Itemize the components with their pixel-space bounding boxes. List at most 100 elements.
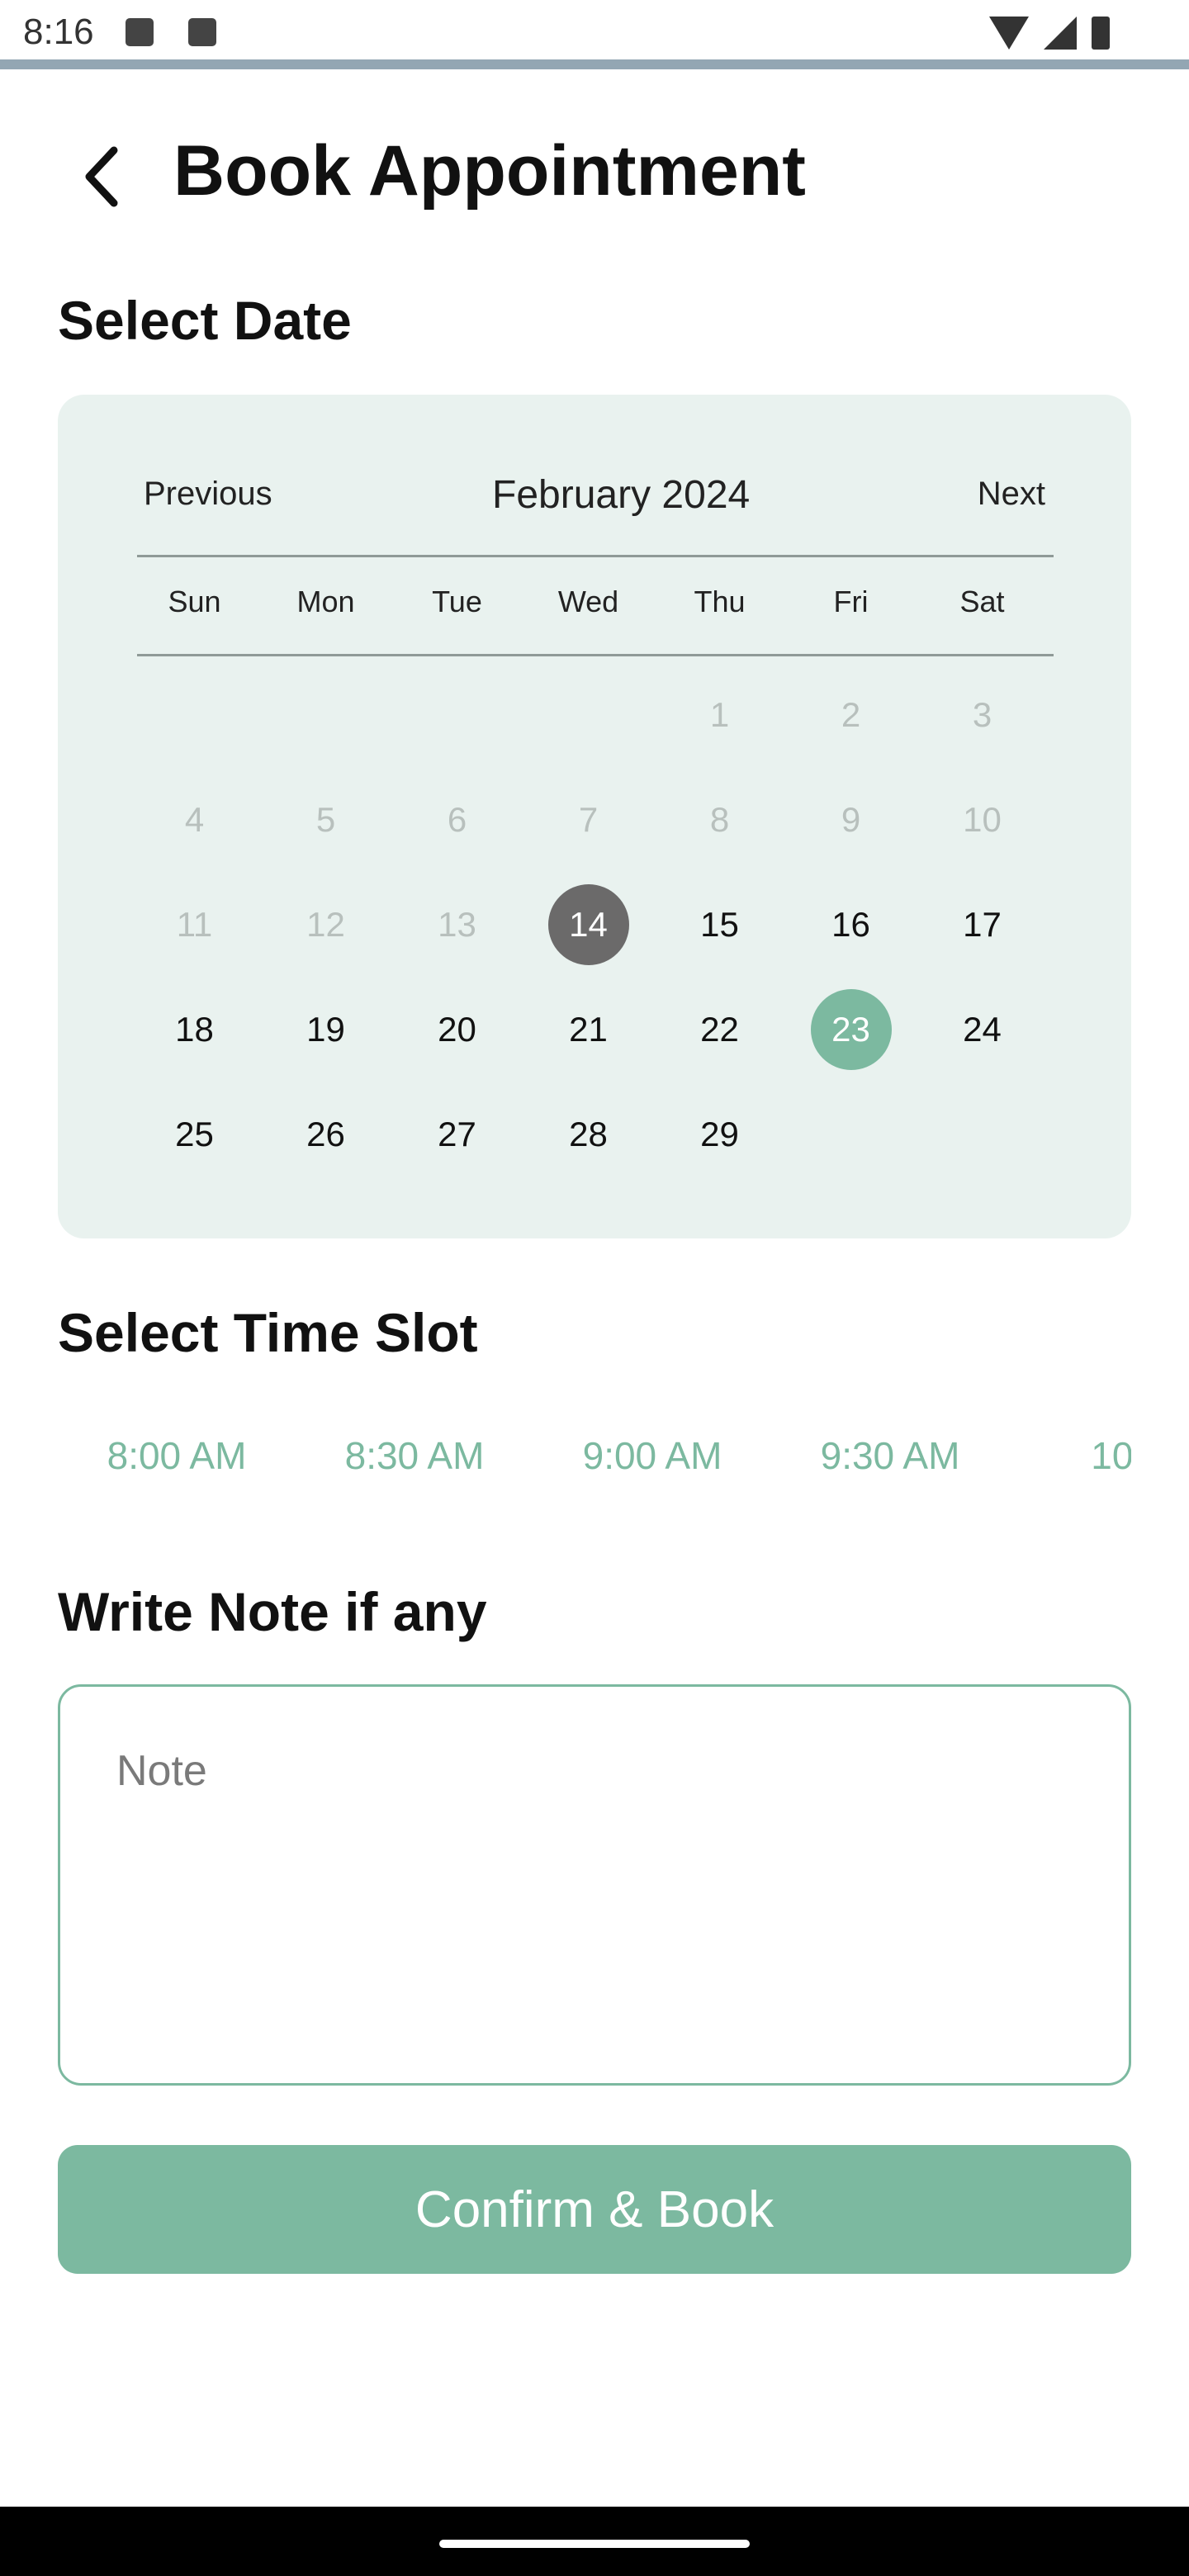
calendar-divider (137, 654, 1054, 656)
chevron-left-icon (85, 146, 118, 207)
weekday-row: Sun Mon Tue Wed Thu Fri Sat (129, 585, 1050, 619)
calendar-day: 3 (917, 662, 1048, 767)
calendar-day[interactable]: 19 (260, 977, 391, 1082)
calendar-day[interactable]: 18 (129, 977, 260, 1082)
weekday-label: Tue (432, 585, 482, 618)
calendar-day-number: 18 (175, 1009, 214, 1049)
calendar-day[interactable]: 29 (654, 1082, 785, 1186)
time-slot[interactable]: 9:00 AM (533, 1433, 771, 1478)
calendar-day[interactable]: 14 (523, 872, 654, 977)
weekday-label: Thu (694, 585, 746, 618)
next-month-button[interactable]: Next (978, 476, 1045, 513)
back-button[interactable] (69, 137, 135, 216)
calendar-month-year: February 2024 (492, 472, 750, 518)
calendar-day-number: 19 (306, 1009, 345, 1049)
calendar-day: 4 (129, 767, 260, 872)
calendar-days-grid: 1 2 3 4 5 6 7 8 9 10 11 12 13 14 15 16 17 18 19 20 21 22 23 24 2… (129, 662, 1050, 1186)
calendar-day: 6 (391, 767, 523, 872)
calendar-day-number: 24 (963, 1009, 1002, 1049)
calendar-day-number: 3 (972, 694, 992, 734)
calendar-day[interactable]: 20 (391, 977, 523, 1082)
calendar-day[interactable]: 27 (391, 1082, 523, 1186)
previous-month-button[interactable]: Previous (144, 476, 272, 513)
note-heading: Write Note if any (58, 1581, 487, 1642)
status-bar: 8:16 (0, 0, 1189, 63)
calendar-empty-cell (917, 1082, 1048, 1186)
calendar-day-number: 10 (963, 799, 1002, 839)
signal-icon (1044, 17, 1077, 50)
calendar-empty-cell (129, 662, 260, 767)
calendar-day[interactable]: 23 (785, 977, 917, 1082)
calendar-day: 8 (654, 767, 785, 872)
calendar-day[interactable]: 16 (785, 872, 917, 977)
calendar-day-number: 23 (810, 988, 892, 1070)
calendar-day-number: 9 (841, 799, 861, 839)
calendar-day-number: 17 (963, 904, 1002, 944)
calendar-day-number: 26 (306, 1114, 345, 1153)
calendar-day: 7 (523, 767, 654, 872)
calendar-day-number: 4 (184, 799, 205, 839)
calendar-empty-cell (391, 662, 523, 767)
page-title: Book Appointment (173, 131, 806, 211)
calendar-day-number: 16 (831, 904, 870, 944)
calendar-day-number: 22 (700, 1009, 739, 1049)
calendar-day[interactable]: 15 (654, 872, 785, 977)
time-slot[interactable]: 8:00 AM (58, 1433, 296, 1478)
calendar-day[interactable]: 22 (654, 977, 785, 1082)
calendar-day: 13 (391, 872, 523, 977)
wifi-icon (989, 17, 1029, 50)
time-slot[interactable]: 8:30 AM (296, 1433, 533, 1478)
calendar-day: 11 (129, 872, 260, 977)
calendar-day: 2 (785, 662, 917, 767)
calendar-month: February (492, 473, 651, 517)
calendar-day-number: 27 (438, 1114, 476, 1153)
sd-card-icon (188, 18, 216, 46)
home-indicator[interactable] (439, 2540, 750, 2548)
calendar-day-number: 20 (438, 1009, 476, 1049)
calendar-day-number: 7 (578, 799, 599, 839)
time-slot[interactable]: 9:30 AM (771, 1433, 1009, 1478)
calendar-day-number: 5 (315, 799, 336, 839)
calendar: Previous February 2024 Next Sun Mon Tue Wed… (58, 395, 1131, 1238)
calendar-day: 9 (785, 767, 917, 872)
calendar-day-number: 29 (700, 1114, 739, 1153)
calendar-day-number: 2 (841, 694, 861, 734)
weekday-label: Sat (959, 585, 1005, 618)
weekday-label: Wed (557, 585, 619, 618)
time-slot-list: 8:00 AM8:30 AM9:00 AM9:30 AM10:0 (58, 1433, 1131, 1478)
weekday-label: Fri (833, 585, 869, 618)
calendar-day-number: 6 (447, 799, 467, 839)
calendar-day-number: 12 (306, 904, 345, 944)
weekday-label: Sun (168, 585, 221, 618)
calendar-year: 2024 (661, 473, 751, 517)
calendar-day[interactable]: 28 (523, 1082, 654, 1186)
note-input[interactable] (58, 1684, 1131, 2086)
calendar-day: 1 (654, 662, 785, 767)
calendar-day: 5 (260, 767, 391, 872)
select-time-slot-heading: Select Time Slot (58, 1302, 478, 1363)
status-icons (989, 17, 1110, 50)
confirm-book-button[interactable]: Confirm & Book (58, 2145, 1131, 2274)
font-app-icon (126, 18, 154, 46)
calendar-day[interactable]: 26 (260, 1082, 391, 1186)
calendar-empty-cell (785, 1082, 917, 1186)
calendar-day-number: 14 (547, 883, 629, 965)
calendar-divider (137, 555, 1054, 557)
weekday-label: Mon (296, 585, 355, 618)
calendar-day[interactable]: 21 (523, 977, 654, 1082)
calendar-day[interactable]: 17 (917, 872, 1048, 977)
calendar-day[interactable]: 24 (917, 977, 1048, 1082)
calendar-day-number: 15 (700, 904, 739, 944)
time-slot[interactable]: 10:0 (1009, 1433, 1131, 1478)
header-image-strip (0, 59, 1189, 69)
calendar-empty-cell (260, 662, 391, 767)
battery-icon (1092, 17, 1110, 50)
calendar-day-number: 1 (709, 694, 730, 734)
status-time: 8:16 (23, 12, 94, 52)
calendar-day[interactable]: 25 (129, 1082, 260, 1186)
calendar-day-number: 11 (176, 904, 213, 944)
calendar-day-number: 13 (438, 904, 476, 944)
calendar-day: 12 (260, 872, 391, 977)
calendar-day: 10 (917, 767, 1048, 872)
calendar-empty-cell (523, 662, 654, 767)
